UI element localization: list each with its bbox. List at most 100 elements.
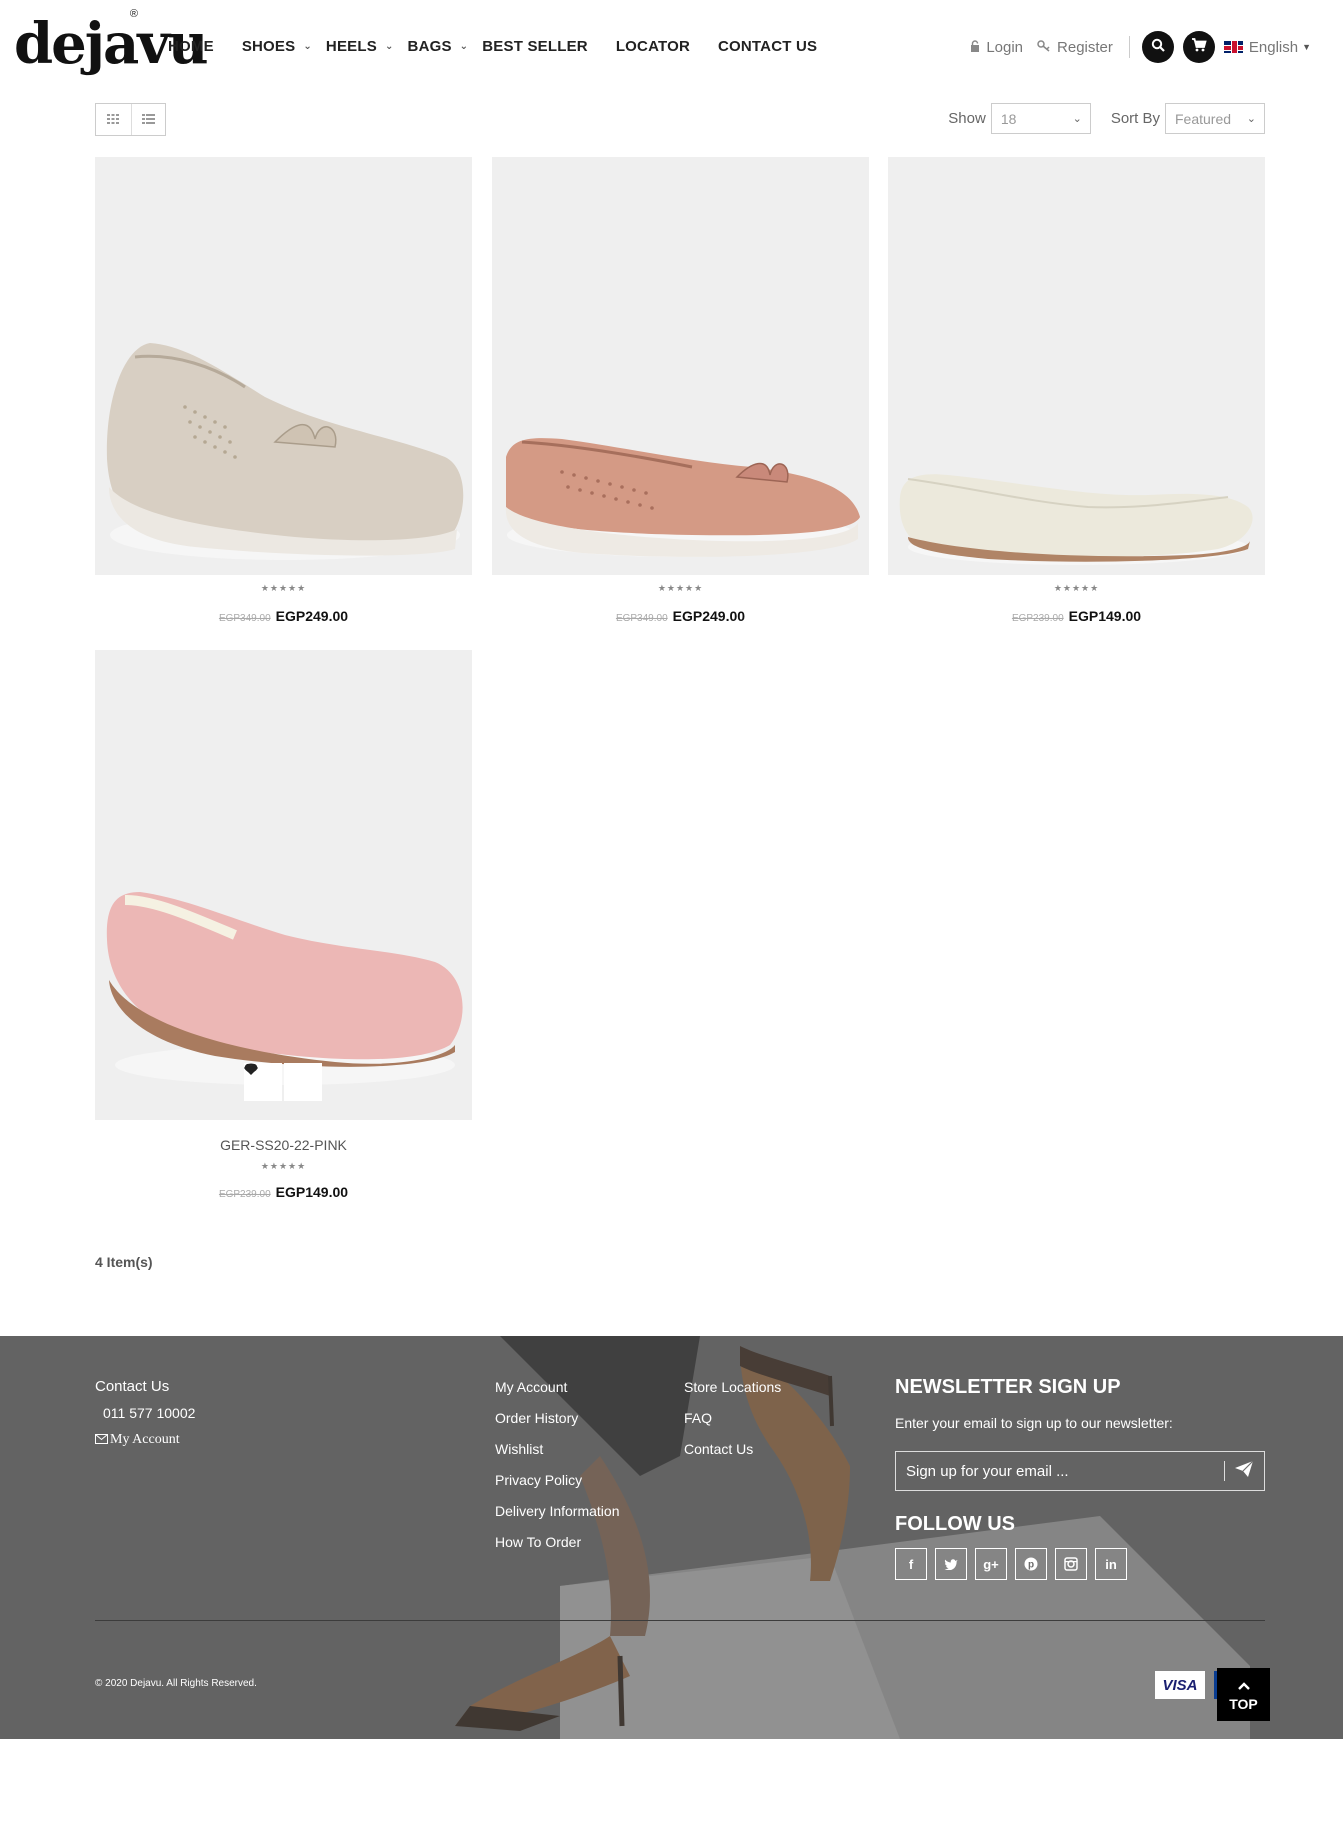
nav-locator[interactable]: LOCATOR: [616, 38, 690, 55]
footer-links-account: My Account Order History Wishlist Privac…: [495, 1379, 620, 1565]
caret-down-icon: ▼: [1302, 42, 1311, 52]
rating-stars: ★★★★★: [657, 583, 704, 593]
product-card[interactable]: ★★★★★ EGP239.00 EGP149.00: [888, 157, 1265, 624]
newsletter-title: NEWSLETTER SIGN UP: [895, 1376, 1121, 1398]
key-icon: [1037, 39, 1051, 55]
chevron-down-icon: ⌄: [1072, 113, 1082, 125]
copyright: © 2020 Dejavu. All Rights Reserved.: [95, 1678, 257, 1689]
register-label: Register: [1057, 38, 1113, 56]
register-link[interactable]: Register: [1037, 39, 1113, 56]
footer-link-delivery-information[interactable]: Delivery Information: [495, 1503, 620, 1521]
dejavu-logo[interactable]: dejavu ®: [14, 6, 209, 82]
sale-price: EGP249.00: [672, 608, 746, 624]
product-actions: [244, 1063, 324, 1101]
toolbar-controls: Show 18 ⌄ Sort By Featured ⌄: [948, 103, 1265, 134]
nav-label: CONTACT US: [718, 38, 818, 55]
sort-label: Sort By: [1110, 110, 1160, 127]
product-image[interactable]: [95, 157, 472, 575]
grid-icon: [107, 113, 120, 127]
nav-label: LOCATOR: [615, 38, 690, 55]
visa-logo: VISA: [1155, 1671, 1205, 1699]
login-link[interactable]: Login: [970, 39, 1023, 56]
nav-heels[interactable]: HEELS ⌄: [326, 38, 394, 55]
product-image[interactable]: [888, 157, 1265, 575]
old-price: EGP239.00: [1011, 613, 1064, 624]
header-actions: Login Register English ▼: [970, 31, 1311, 63]
nav-contact-us[interactable]: CONTACT US: [718, 38, 817, 55]
newsletter-subtitle: Enter your email to sign up to our newsl…: [895, 1415, 1173, 1431]
linkedin-icon[interactable]: in: [1095, 1548, 1127, 1580]
envelope-icon: [95, 1432, 108, 1448]
nav-shoes[interactable]: SHOES ⌄: [242, 38, 312, 55]
login-label: Login: [986, 38, 1024, 56]
nav-bags[interactable]: BAGS ⌄: [408, 38, 469, 55]
grid-view-button[interactable]: [96, 104, 131, 135]
paper-plane-icon: [1234, 1460, 1254, 1483]
footer-link-wishlist[interactable]: Wishlist: [495, 1441, 620, 1459]
footer-contact: Contact Us 011 577 10002 My Account: [95, 1378, 195, 1448]
site-header: dejavu ® HOME SHOES ⌄ HEELS ⌄ BAGS ⌄ BEST S…: [0, 0, 1343, 96]
footer-links-info: Store Locations FAQ Contact Us: [684, 1379, 781, 1472]
product-price: EGP349.00 EGP249.00: [492, 608, 869, 624]
footer-link-store-locations[interactable]: Store Locations: [684, 1379, 781, 1397]
cart-button[interactable]: [1182, 31, 1215, 63]
uk-flag-icon: [1223, 41, 1243, 53]
footer-link-order-history[interactable]: Order History: [495, 1410, 620, 1428]
listing-toolbar: Show 18 ⌄ Sort By Featured ⌄: [95, 103, 1265, 136]
nav-label: BAGS: [407, 38, 452, 55]
product-name[interactable]: GER-SS20-22-PINK: [95, 1137, 472, 1153]
twitter-icon[interactable]: [935, 1548, 967, 1580]
product-image[interactable]: [95, 650, 472, 1120]
show-select[interactable]: 18 ⌄: [990, 103, 1091, 134]
sort-select[interactable]: Featured ⌄: [1165, 103, 1265, 134]
instagram-icon[interactable]: [1055, 1548, 1087, 1580]
chevron-down-icon: ⌄: [384, 41, 394, 52]
list-icon: [141, 113, 155, 127]
newsletter-placeholder: Sign up for your email ...: [906, 1462, 1069, 1480]
product-price: EGP239.00 EGP149.00: [888, 608, 1265, 624]
product-card[interactable]: GER-SS20-22-PINK ★★★★★ EGP239.00 EGP149.0…: [95, 650, 472, 1200]
phone-number[interactable]: 011 577 10002: [103, 1405, 195, 1421]
lock-icon: [970, 39, 980, 55]
chevron-down-icon: ⌄: [303, 41, 312, 52]
search-button[interactable]: [1141, 31, 1174, 63]
social-links: f g+ p in: [895, 1548, 1265, 1580]
search-icon: [1151, 38, 1165, 56]
footer-divider: [95, 1620, 1265, 1621]
back-to-top-button[interactable]: TOP: [1217, 1668, 1270, 1721]
items-count: 4 Item(s): [95, 1254, 153, 1270]
product-card[interactable]: ★★★★★ EGP349.00 EGP249.00: [492, 157, 869, 624]
language-selector[interactable]: English: [1249, 39, 1298, 56]
nav-best-seller[interactable]: BEST SELLER: [482, 38, 588, 55]
chevron-down-icon: ⌄: [459, 41, 469, 52]
cart-icon: [1191, 38, 1207, 56]
google-plus-icon[interactable]: g+: [975, 1548, 1007, 1580]
sale-price: EGP249.00: [275, 608, 349, 624]
product-price: EGP349.00 EGP249.00: [95, 608, 472, 624]
main-nav: HOME SHOES ⌄ HEELS ⌄ BAGS ⌄ BEST SELLER LOC…: [168, 38, 845, 55]
footer-link-contact-us[interactable]: Contact Us: [684, 1441, 781, 1459]
show-label: Show: [948, 110, 986, 127]
nav-label: SHOES: [241, 38, 296, 55]
footer-link-how-to-order[interactable]: How To Order: [495, 1534, 620, 1552]
old-price: EGP349.00: [218, 613, 271, 624]
nav-label: HEELS: [325, 38, 377, 55]
quick-view-button[interactable]: [244, 1063, 322, 1101]
footer-link-privacy-policy[interactable]: Privacy Policy: [495, 1472, 620, 1490]
product-image[interactable]: [492, 157, 869, 575]
facebook-icon[interactable]: f: [895, 1548, 927, 1580]
nav-label: BEST SELLER: [482, 38, 588, 55]
old-price: EGP239.00: [218, 1189, 271, 1200]
footer-link-faq[interactable]: FAQ: [684, 1410, 781, 1428]
send-button[interactable]: [1224, 1460, 1254, 1483]
product-card[interactable]: ★★★★★ EGP349.00 EGP249.00: [95, 157, 472, 624]
pinterest-icon[interactable]: p: [1015, 1548, 1047, 1580]
chevron-down-icon: ⌄: [1246, 113, 1256, 125]
my-account-link[interactable]: My Account: [95, 1432, 195, 1448]
footer-link-my-account[interactable]: My Account: [495, 1379, 620, 1397]
newsletter-section: NEWSLETTER SIGN UP Enter your email to s…: [895, 1376, 1265, 1580]
list-view-button[interactable]: [130, 104, 166, 135]
divider: [1128, 36, 1130, 58]
nav-home[interactable]: HOME: [168, 38, 214, 55]
newsletter-email-input[interactable]: Sign up for your email ...: [895, 1451, 1265, 1491]
